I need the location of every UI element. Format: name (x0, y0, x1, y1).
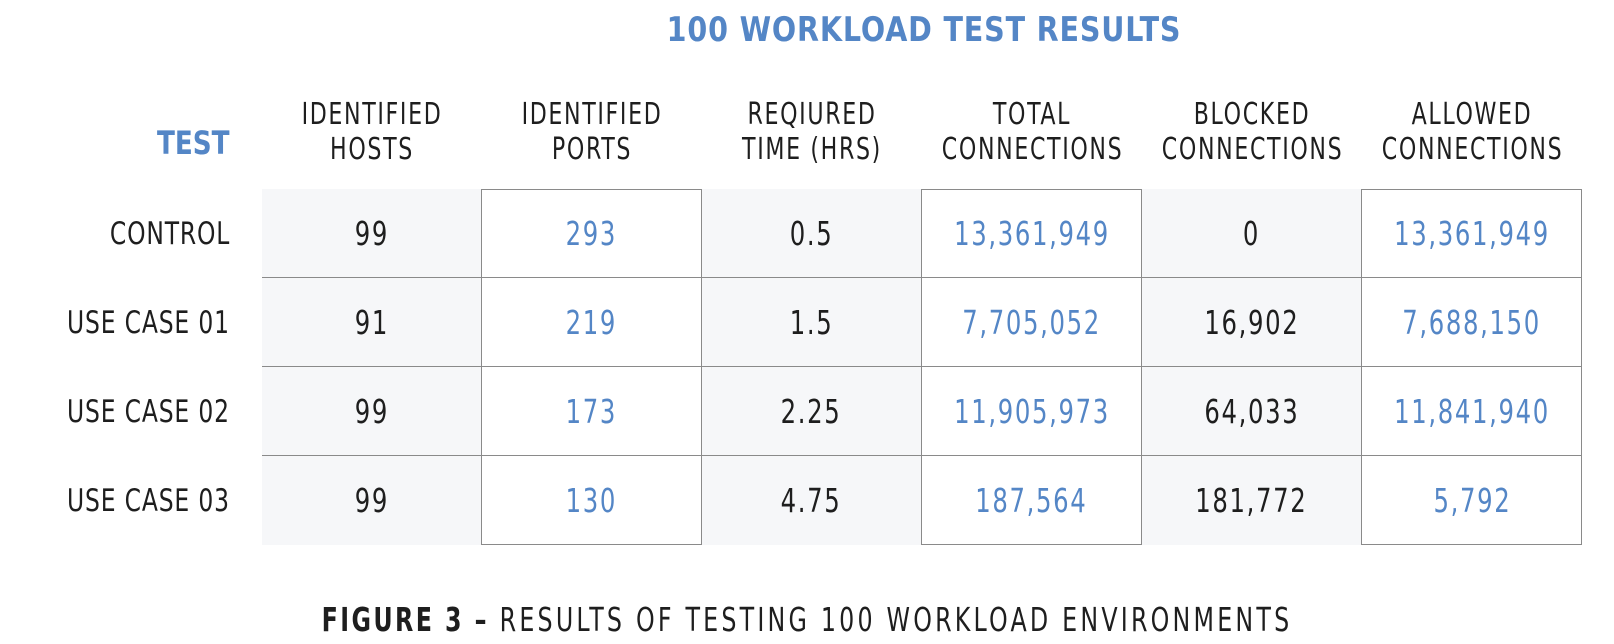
cell-value: 7,705,052 (962, 302, 1101, 342)
results-grid: 99 293 0.5 13,361,949 0 13,361,949 91 219 1.5 7,7… (262, 189, 1582, 545)
column-header-line2: CONNECTIONS (1161, 132, 1344, 167)
cell-value: 187,564 (975, 481, 1088, 520)
cell-value: 13,361,949 (953, 213, 1110, 253)
column-header-line1: TOTAL (992, 97, 1072, 132)
table-cell: 99 (262, 189, 482, 278)
cell-value: 16,902 (1203, 302, 1299, 342)
table-cell: 13,361,949 (922, 189, 1142, 278)
column-header: IDENTIFIED HOSTS (282, 97, 462, 167)
table-cell: 130 (482, 456, 702, 545)
cell-value: 0 (1242, 213, 1261, 253)
table-cell: 13,361,949 (1362, 189, 1582, 278)
caption-figure-number: FIGURE 3 – (321, 600, 489, 639)
table-cell: 11,905,973 (922, 367, 1142, 456)
column-header: REQIURED TIME (HRS) (722, 97, 902, 167)
cell-value: 1.5 (789, 302, 834, 342)
column-header-line2: CONNECTIONS (941, 132, 1124, 167)
cell-value: 130 (565, 481, 618, 520)
cell-value: 11,841,940 (1394, 391, 1550, 431)
column-header-line1: IDENTIFIED (521, 97, 663, 132)
table-cell: 7,705,052 (922, 278, 1142, 367)
table-cell: 0 (1142, 189, 1362, 278)
caption-text: RESULTS OF TESTING 100 WORKLOAD ENVIRONM… (488, 600, 1293, 639)
column-header: BLOCKED CONNECTIONS (1162, 97, 1342, 167)
row-label: USE CASE 03 (67, 482, 230, 519)
table-cell: 11,841,940 (1362, 367, 1582, 456)
table-cell: 1.5 (702, 278, 922, 367)
table-cell: 293 (482, 189, 702, 278)
table-cell: 91 (262, 278, 482, 367)
column-header: TOTAL CONNECTIONS (942, 97, 1122, 167)
table-cell: 16,902 (1142, 278, 1362, 367)
column-header-line1: BLOCKED (1193, 97, 1311, 132)
cell-value: 64,033 (1203, 391, 1299, 431)
figure-caption: FIGURE 3 – RESULTS OF TESTING 100 WORKLO… (161, 600, 1452, 639)
column-header-line2: PORTS (551, 132, 633, 167)
cell-value: 5,792 (1433, 481, 1511, 520)
chart-title: 100 WORKLOAD TEST RESULTS (666, 10, 1182, 50)
row-label: USE CASE 01 (67, 304, 230, 341)
column-header: IDENTIFIED PORTS (502, 97, 682, 167)
cell-value: 181,772 (1195, 481, 1308, 520)
results-table-figure: 100 WORKLOAD TEST RESULTS TEST IDENTIFIE… (0, 0, 1614, 644)
cell-value: 99 (354, 391, 389, 431)
cell-value: 99 (354, 213, 389, 253)
cell-value: 219 (565, 302, 618, 342)
column-header-line2: TIME (HRS) (742, 132, 882, 167)
table-cell: 219 (482, 278, 702, 367)
cell-value: 13,361,949 (1394, 213, 1550, 253)
cell-value: 7,688,150 (1402, 302, 1542, 342)
cell-value: 91 (354, 302, 389, 342)
cell-value: 99 (354, 481, 389, 520)
column-header-line2: HOSTS (330, 132, 414, 167)
table-cell: 99 (262, 456, 482, 545)
column-header-line1: ALLOWED (1411, 97, 1533, 132)
table-cell: 187,564 (922, 456, 1142, 545)
row-header-test: TEST (157, 124, 230, 162)
cell-value: 173 (565, 391, 618, 431)
column-header-line1: IDENTIFIED (301, 97, 443, 132)
cell-value: 11,905,973 (953, 391, 1110, 431)
table-cell: 2.25 (702, 367, 922, 456)
table-cell: 7,688,150 (1362, 278, 1582, 367)
cell-value: 293 (565, 213, 618, 253)
table-cell: 173 (482, 367, 702, 456)
column-header-line1: REQIURED (747, 97, 877, 132)
row-label: USE CASE 02 (67, 393, 230, 430)
cell-value: 2.25 (781, 391, 842, 431)
table-cell: 64,033 (1142, 367, 1362, 456)
column-header: ALLOWED CONNECTIONS (1382, 97, 1562, 167)
table-cell: 0.5 (702, 189, 922, 278)
cell-value: 4.75 (781, 481, 842, 520)
table-cell: 5,792 (1362, 456, 1582, 545)
table-cell: 4.75 (702, 456, 922, 545)
row-label: CONTROL (109, 215, 230, 252)
column-header-line2: CONNECTIONS (1381, 132, 1564, 167)
cell-value: 0.5 (789, 213, 834, 253)
table-cell: 99 (262, 367, 482, 456)
table-cell: 181,772 (1142, 456, 1362, 545)
